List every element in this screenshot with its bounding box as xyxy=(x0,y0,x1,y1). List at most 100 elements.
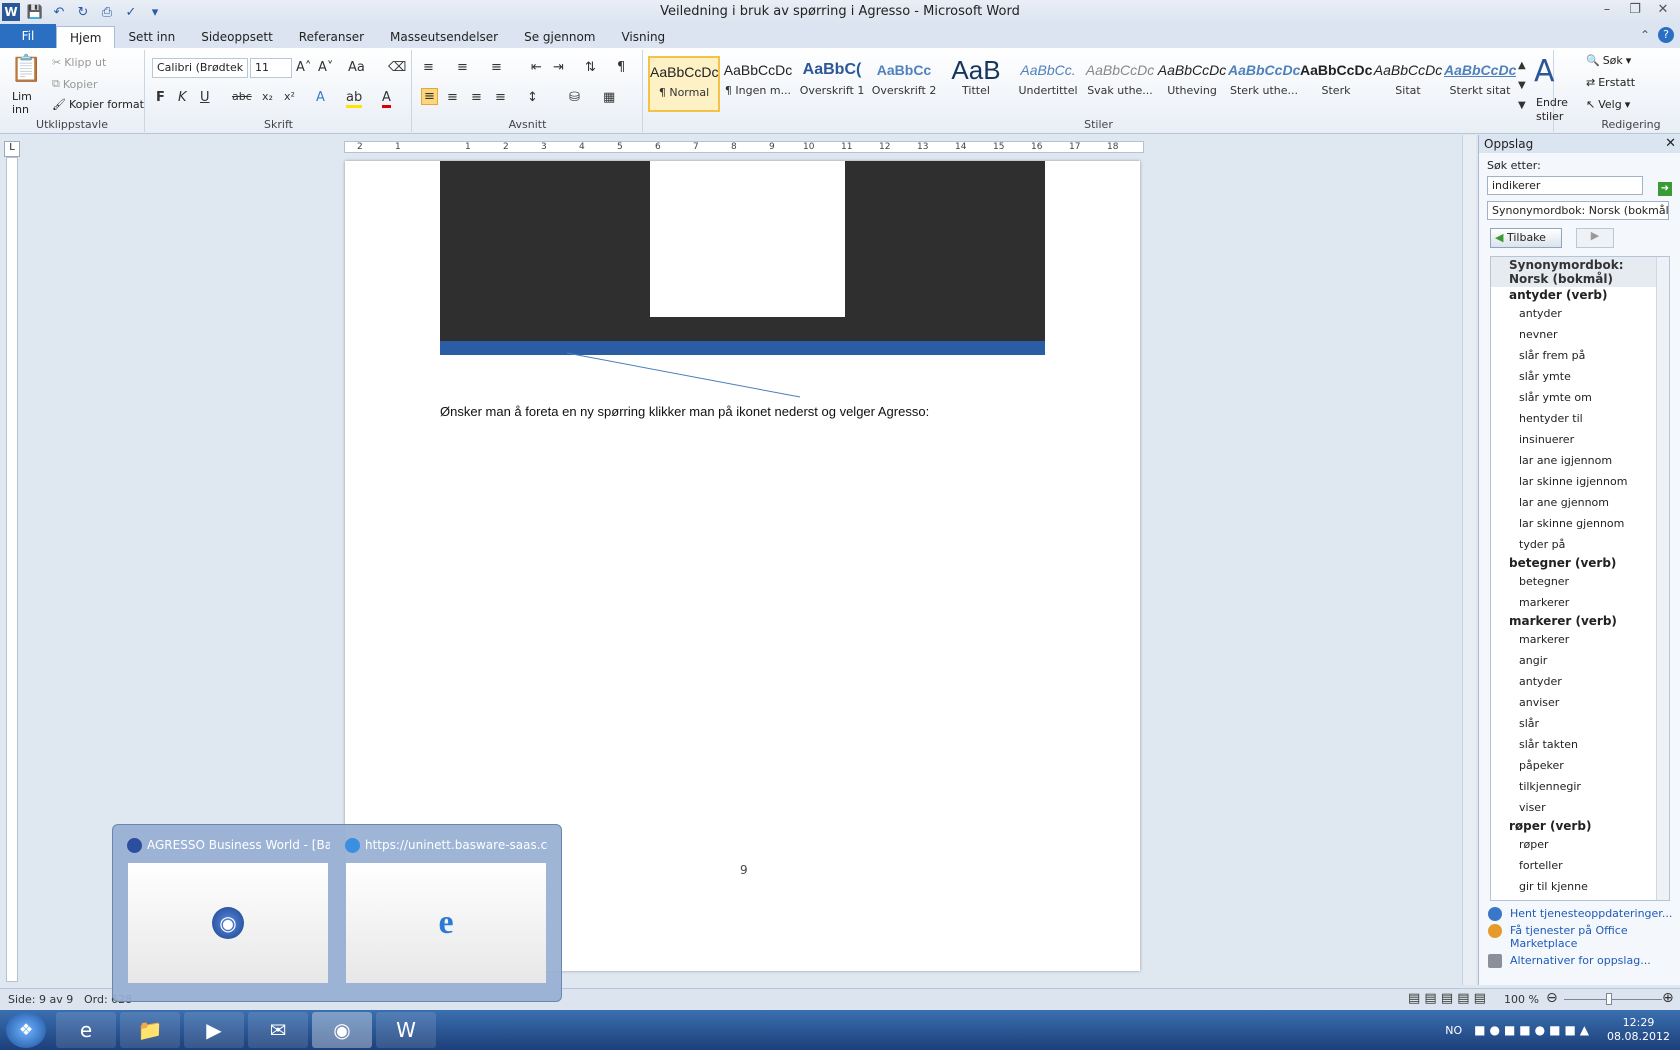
style-emphasis[interactable]: AaBbCcDc Utheving xyxy=(1156,56,1228,112)
style-intense-quote[interactable]: AaBbCcDc Sterkt sitat xyxy=(1444,56,1516,112)
source-select[interactable]: Synonymordbok: Norsk (bokmål) xyxy=(1487,201,1669,220)
tab-mailings[interactable]: Masseutsendelser xyxy=(377,26,511,48)
word-taskbar-icon[interactable]: W xyxy=(376,1012,436,1048)
text-effects-icon[interactable]: A xyxy=(316,90,325,105)
preview-thumbnail[interactable]: ◉ xyxy=(128,863,328,983)
media-player-taskbar-icon[interactable]: ▶ xyxy=(184,1012,244,1048)
result-item[interactable]: gir til kjenne xyxy=(1491,876,1669,897)
customize-qat-icon[interactable]: ▾ xyxy=(146,3,164,21)
style-normal[interactable]: AaBbCcDc ¶ Normal xyxy=(648,56,720,112)
bold-icon[interactable]: F xyxy=(156,90,165,105)
result-item[interactable]: lar skinne igjennom xyxy=(1491,471,1669,492)
cut-button[interactable]: Klipp ut xyxy=(64,56,106,69)
copy-button[interactable]: Kopier xyxy=(63,78,98,91)
forward-button[interactable]: ▶ xyxy=(1576,228,1614,248)
vertical-ruler[interactable] xyxy=(6,157,18,982)
result-group-heading[interactable]: markerer (verb) xyxy=(1491,613,1669,629)
change-styles-button[interactable]: Endre xyxy=(1536,96,1568,109)
change-styles-icon[interactable]: A xyxy=(1534,54,1555,89)
tab-insert[interactable]: Sett inn xyxy=(115,26,188,48)
zoom-level[interactable]: 100 % xyxy=(1504,993,1539,1006)
sort-icon[interactable]: ⇅ xyxy=(585,60,596,75)
results-root-heading[interactable]: Synonymordbok: Norsk (bokmål) xyxy=(1491,257,1669,287)
style-quote[interactable]: AaBbCcDc Sitat xyxy=(1372,56,1444,112)
result-item[interactable]: antyder xyxy=(1491,671,1669,692)
shrink-font-icon[interactable]: A˅ xyxy=(318,60,333,75)
preview-browser[interactable]: https://uninett.basware-saas.co... e xyxy=(343,835,548,993)
zoom-out-icon[interactable]: ⊖ xyxy=(1546,990,1558,1006)
align-center-icon[interactable]: ≡ xyxy=(447,90,458,105)
word-logo-icon[interactable]: W xyxy=(2,3,20,21)
save-icon[interactable]: 💾 xyxy=(26,3,44,21)
tab-references[interactable]: Referanser xyxy=(286,26,377,48)
result-item[interactable]: antyder xyxy=(1491,303,1669,324)
maximize-icon[interactable]: ❐ xyxy=(1622,0,1648,18)
justify-icon[interactable]: ≡ xyxy=(495,90,506,105)
tab-view[interactable]: Visning xyxy=(608,26,678,48)
result-item[interactable]: anviser xyxy=(1491,692,1669,713)
outlook-taskbar-icon[interactable]: ✉ xyxy=(248,1012,308,1048)
result-item[interactable]: markerer xyxy=(1491,629,1669,650)
view-buttons-icon[interactable]: ▤ ▤ ▤ ▤ ▤ xyxy=(1408,991,1486,1006)
print-icon[interactable]: ⎙ xyxy=(98,3,116,21)
result-item[interactable]: viser xyxy=(1491,797,1669,818)
change-case-icon[interactable]: Aa xyxy=(348,60,365,75)
horizontal-ruler[interactable]: 2 1 1 2 3 4 5 6 7 8 9 10 11 12 13 14 15 16 17 18 xyxy=(344,141,1144,153)
increase-indent-icon[interactable]: ⇥ xyxy=(553,60,564,75)
style-heading-1[interactable]: AaBbC(Overskrift 1 xyxy=(796,56,868,112)
subscript-icon[interactable]: x₂ xyxy=(262,90,273,103)
tab-file[interactable]: Fil xyxy=(0,24,56,48)
ribbon-minimize-icon[interactable]: ⌃ xyxy=(1640,28,1650,42)
tab-selector-icon[interactable]: L xyxy=(4,141,20,157)
document-scrollbar[interactable] xyxy=(1462,135,1476,985)
strikethrough-icon[interactable]: abc xyxy=(232,90,252,103)
font-size-select[interactable]: 11 xyxy=(250,58,292,78)
help-icon[interactable]: ? xyxy=(1658,27,1674,43)
result-item[interactable]: nevner xyxy=(1491,324,1669,345)
decrease-indent-icon[interactable]: ⇤ xyxy=(531,60,542,75)
result-item[interactable]: lar ane gjennom xyxy=(1491,492,1669,513)
tray-icons[interactable]: ■●■■●■■▲ xyxy=(1474,1023,1593,1037)
select-dropdown-icon[interactable]: ▾ xyxy=(1625,98,1631,111)
underline-icon[interactable]: U xyxy=(200,90,210,105)
result-item[interactable]: slår ymte om xyxy=(1491,387,1669,408)
style-no-spacing[interactable]: AaBbCcDc ¶ Ingen m... xyxy=(722,56,794,112)
result-item[interactable]: slår frem på xyxy=(1491,345,1669,366)
start-button[interactable]: ❖ xyxy=(6,1012,46,1048)
tab-page-layout[interactable]: Sideoppsett xyxy=(188,26,286,48)
result-item[interactable]: forteller xyxy=(1491,855,1669,876)
multilevel-list-icon[interactable]: ≡ xyxy=(491,60,502,75)
paste-button-line2[interactable]: inn xyxy=(12,103,29,116)
superscript-icon[interactable]: x² xyxy=(284,90,295,103)
bullets-icon[interactable]: ≡ xyxy=(423,60,434,75)
highlight-icon[interactable]: ab xyxy=(346,90,363,108)
redo-icon[interactable]: ↻ xyxy=(74,3,92,21)
align-right-icon[interactable]: ≡ xyxy=(471,90,482,105)
page-status[interactable]: Side: 9 av 9 xyxy=(8,993,73,1006)
replace-button[interactable]: Erstatt xyxy=(1598,76,1635,89)
result-item[interactable]: lar ane igjennom xyxy=(1491,450,1669,471)
ie-taskbar-icon[interactable]: e xyxy=(56,1012,116,1048)
style-strong[interactable]: AaBbCcDc Sterk xyxy=(1300,56,1372,112)
undo-icon[interactable]: ↶ xyxy=(50,3,68,21)
minimize-icon[interactable]: – xyxy=(1594,0,1620,18)
marketplace-link[interactable]: Få tjenester på Office Marketplace xyxy=(1486,922,1678,952)
format-painter-button[interactable]: Kopier format xyxy=(69,98,144,111)
body-paragraph[interactable]: Ønsker man å foreta en ny spørring klikk… xyxy=(440,404,929,419)
result-item[interactable]: påpeker xyxy=(1491,755,1669,776)
result-item[interactable]: røper xyxy=(1491,834,1669,855)
result-group-heading[interactable]: røper (verb) xyxy=(1491,818,1669,834)
find-button[interactable]: Søk xyxy=(1603,54,1623,67)
font-color-icon[interactable]: A xyxy=(382,90,391,108)
result-group-heading[interactable]: betegner (verb) xyxy=(1491,555,1669,571)
zoom-thumb[interactable] xyxy=(1606,993,1612,1005)
result-item[interactable]: markerer xyxy=(1491,592,1669,613)
updates-link[interactable]: Hent tjenesteoppdateringer... xyxy=(1486,905,1678,922)
tab-home[interactable]: Hjem xyxy=(56,26,116,48)
result-item[interactable]: slår takten xyxy=(1491,734,1669,755)
language-indicator[interactable]: NO xyxy=(1445,1024,1462,1037)
results-scrollbar[interactable] xyxy=(1656,257,1669,900)
grow-font-icon[interactable]: A˄ xyxy=(296,60,311,75)
agresso-taskbar-icon[interactable]: ◉ xyxy=(312,1012,372,1048)
styles-scroll-down-icon[interactable]: ▼ xyxy=(1518,80,1526,91)
